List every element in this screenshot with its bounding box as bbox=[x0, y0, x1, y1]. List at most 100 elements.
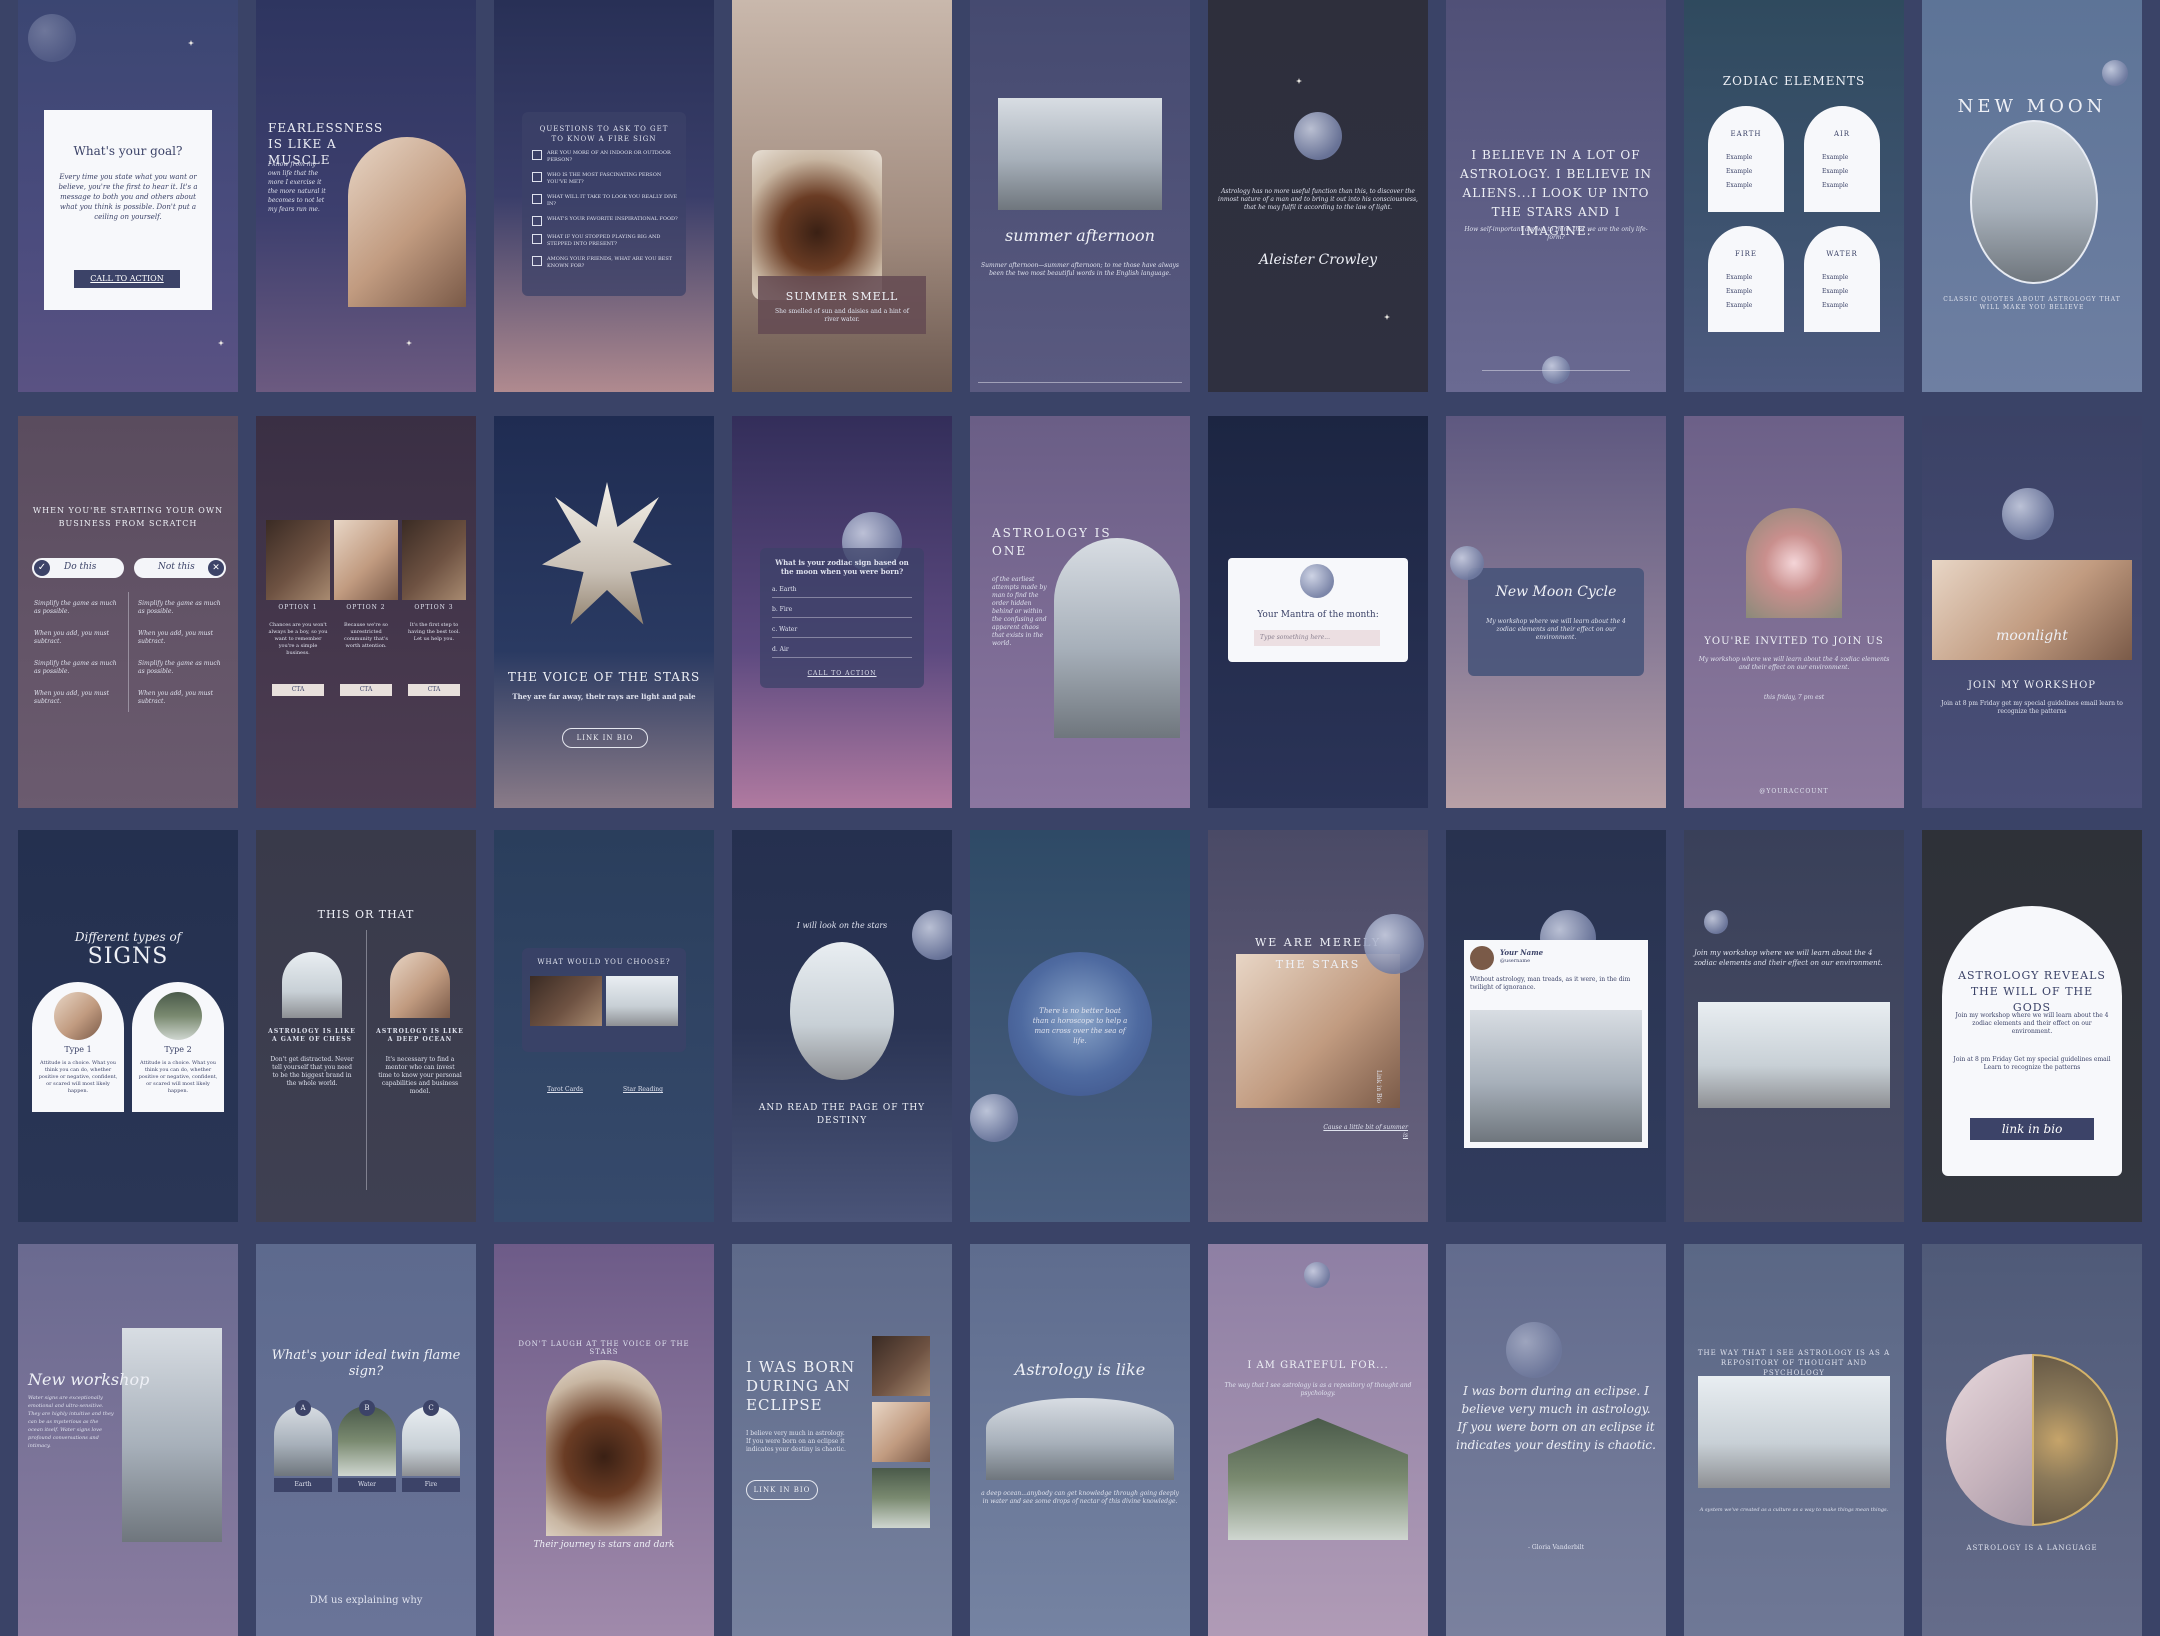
element-card-fire: FIRE Example Example Example bbox=[1708, 226, 1784, 332]
card-title: New Moon Cycle bbox=[1495, 584, 1617, 600]
forest-photo bbox=[1228, 1418, 1408, 1540]
story-card-astrology-is-one[interactable]: ASTROLOGY IS ONE of the earliest attempt… bbox=[970, 416, 1190, 808]
check-icon: ✓ bbox=[34, 560, 50, 576]
card-body: of the earliest attempts made by man to … bbox=[992, 576, 1047, 647]
link-in-bio-button[interactable]: link in bio bbox=[1970, 1118, 2094, 1140]
story-card-aleister-crowley[interactable]: Astrology has no more useful function th… bbox=[1208, 0, 1428, 392]
cta-button[interactable]: CTA bbox=[340, 684, 392, 696]
checkbox-icon[interactable] bbox=[532, 234, 542, 244]
checkbox-icon[interactable] bbox=[532, 150, 542, 160]
story-card-business-scratch[interactable]: WHEN YOU'RE STARTING YOUR OWN BUSINESS F… bbox=[18, 416, 238, 808]
story-card-will-of-gods[interactable]: ASTROLOGY REVEALS THE WILL OF THE GODS J… bbox=[1922, 830, 2142, 1222]
moon-icon bbox=[1304, 1262, 1330, 1288]
link-in-bio-button[interactable]: LINK IN BIO bbox=[746, 1480, 818, 1500]
story-card-zodiac-quiz[interactable]: What is your zodiac sign based on the mo… bbox=[732, 416, 952, 808]
question-list: ARE YOU MORE OF AN INDOOR OR OUTDOOR PER… bbox=[532, 150, 682, 278]
story-card-social-post[interactable]: Your Name @username Without astrology, m… bbox=[1446, 830, 1666, 1222]
card-bottom: ASTROLOGY IS A LANGUAGE bbox=[1966, 1544, 2098, 1552]
story-card-twin-flame[interactable]: What's your ideal twin flame sign? A Ear… bbox=[256, 1244, 476, 1636]
question-item[interactable]: WHAT IF YOU STOPPED PLAYING BIG AND STEP… bbox=[532, 234, 682, 248]
card-body: A system we've created as a culture as a… bbox=[1699, 1507, 1889, 1513]
option-photo-3 bbox=[402, 520, 466, 600]
card-body: Join my workshop where we will learn abo… bbox=[1694, 949, 1883, 967]
star-reading-link[interactable]: Star Reading bbox=[608, 1086, 678, 1094]
story-card-voice-of-stars[interactable]: THE VOICE OF THE STARS They are far away… bbox=[494, 416, 714, 808]
card-body: They are far away, their rays are light … bbox=[512, 692, 696, 701]
question-item[interactable]: AMONG YOUR FRIENDS, WHAT ARE YOU BEST KN… bbox=[532, 256, 682, 270]
checkbox-icon[interactable] bbox=[532, 256, 542, 266]
story-card-fearlessness[interactable]: FEARLESSNESS IS LIKE A MUSCLE I know fro… bbox=[256, 0, 476, 392]
story-card-three-options[interactable]: OPTION 1 OPTION 2 OPTION 3 Chances are y… bbox=[256, 416, 476, 808]
template-grid: What's your goal? Every time you state w… bbox=[18, 0, 2142, 1636]
card-body: AND READ THE PAGE OF THY DESTINY bbox=[758, 1103, 926, 1126]
story-card-fire-sign-questions[interactable]: QUESTIONS TO ASK TO GET TO KNOW A FIRE S… bbox=[494, 0, 714, 392]
story-card-dont-laugh[interactable]: DON'T LAUGH AT THE VOICE OF THE STARS Th… bbox=[494, 1244, 714, 1636]
summer-link[interactable]: Cause a little bit of summer is bbox=[1318, 1124, 1408, 1140]
cta-button[interactable]: CTA bbox=[408, 684, 460, 696]
story-card-summer-smell[interactable]: SUMMER SMELL She smelled of sun and dais… bbox=[732, 0, 952, 392]
question-item[interactable]: WHAT WILL IT TAKE TO LOOK YOU REALLY DIV… bbox=[532, 194, 682, 208]
call-to-action-link[interactable]: CALL TO ACTION bbox=[770, 670, 914, 678]
story-card-join-workshop[interactable]: moonlight JOIN MY WORKSHOP Join at 8 pm … bbox=[1922, 416, 2142, 808]
story-card-new-workshop[interactable]: New workshop Water signs are exceptional… bbox=[18, 1244, 238, 1636]
story-card-grateful[interactable]: I AM GRATEFUL FOR... The way that I see … bbox=[1208, 1244, 1428, 1636]
card-title: THIS OR THAT bbox=[317, 908, 415, 921]
pre-title: Different types of bbox=[74, 930, 182, 944]
card-body: Astrology has no more useful function th… bbox=[1218, 188, 1418, 211]
tarot-cards-link[interactable]: Tarot Cards bbox=[530, 1086, 600, 1094]
option-b[interactable]: B Water bbox=[338, 1400, 396, 1492]
star-icon bbox=[218, 340, 224, 346]
woman-rocks-photo bbox=[122, 1328, 222, 1542]
card-title: Your Mantra of the month: bbox=[1257, 610, 1379, 620]
question-item[interactable]: ARE YOU MORE OF AN INDOOR OR OUTDOOR PER… bbox=[532, 150, 682, 164]
question-item[interactable]: WHO IS THE MOST FASCINATING PERSON YOU'V… bbox=[532, 172, 682, 186]
divider bbox=[366, 930, 367, 1190]
story-card-merely-stars[interactable]: WE ARE MERELY THE STARS Cause a little b… bbox=[1208, 830, 1428, 1222]
call-to-action-button[interactable]: CALL TO ACTION bbox=[74, 270, 180, 288]
link-in-bio-button[interactable]: LINK IN BIO bbox=[562, 728, 648, 748]
story-card-born-eclipse[interactable]: I WAS BORN DURING AN ECLIPSE I believe v… bbox=[732, 1244, 952, 1636]
not-this-pill[interactable]: Not this ✕ bbox=[134, 558, 226, 578]
option-a[interactable]: A Earth bbox=[274, 1400, 332, 1492]
story-card-new-moon-cycle[interactable]: New Moon Cycle My workshop where we will… bbox=[1446, 416, 1666, 808]
choose-panel: WHAT WOULD YOU CHOOSE? bbox=[522, 948, 686, 1052]
story-card-zodiac-elements[interactable]: ZODIAC ELEMENTS EARTH Example Example Ex… bbox=[1684, 0, 1904, 392]
story-card-astrology-language[interactable]: ASTROLOGY IS A LANGUAGE bbox=[1922, 1244, 2142, 1636]
card-title: What is your zodiac sign based on the mo… bbox=[775, 558, 909, 576]
story-card-invited[interactable]: YOU'RE INVITED TO JOIN US My workshop wh… bbox=[1684, 416, 1904, 808]
story-card-horoscope-boat[interactable]: There is no better boat than a horoscope… bbox=[970, 830, 1190, 1222]
story-card-aliens-quote[interactable]: I BELIEVE IN A LOT OF ASTROLOGY. I BELIE… bbox=[1446, 0, 1666, 392]
story-card-snow-workshop[interactable]: Join my workshop where we will learn abo… bbox=[1684, 830, 1904, 1222]
side-link[interactable]: Link in Bio bbox=[1374, 1070, 1382, 1103]
woman-snow-photo bbox=[1698, 1376, 1890, 1488]
cta-button[interactable]: CTA bbox=[272, 684, 324, 696]
story-card-this-or-that[interactable]: THIS OR THAT ASTROLOGY IS LIKE A GAME OF… bbox=[256, 830, 476, 1222]
moon-icon bbox=[970, 1094, 1018, 1142]
story-card-new-moon[interactable]: NEW MOON CLASSIC QUOTES ABOUT ASTROLOGY … bbox=[1922, 0, 2142, 392]
avatar bbox=[54, 992, 102, 1040]
story-card-page-of-destiny[interactable]: I will look on the stars AND READ THE PA… bbox=[732, 830, 952, 1222]
story-card-whats-your-goal[interactable]: What's your goal? Every time you state w… bbox=[18, 0, 238, 392]
story-card-repository[interactable]: THE WAY THAT I SEE ASTROLOGY IS AS A REP… bbox=[1684, 1244, 1904, 1636]
story-card-gloria-vanderbilt[interactable]: I was born during an eclipse. I believe … bbox=[1446, 1244, 1666, 1636]
card-title: JOIN MY WORKSHOP bbox=[1967, 680, 2097, 691]
avatar bbox=[154, 992, 202, 1040]
checkbox-icon[interactable] bbox=[532, 172, 542, 182]
do-this-pill[interactable]: ✓ Do this bbox=[32, 558, 124, 578]
post-panel: Your Name @username Without astrology, m… bbox=[1464, 940, 1648, 1148]
card-body: There is no better boat than a horoscope… bbox=[1032, 1007, 1128, 1045]
story-card-mantra[interactable]: Your Mantra of the month: Type something… bbox=[1208, 416, 1428, 808]
story-card-what-would-you-choose[interactable]: WHAT WOULD YOU CHOOSE? Tarot Cards Star … bbox=[494, 830, 714, 1222]
story-card-summer-afternoon[interactable]: summer afternoon Summer afternoon—summer… bbox=[970, 0, 1190, 392]
quote-author: - Gloria Vanderbilt bbox=[1527, 1544, 1585, 1551]
card-details: Join at 8 pm Friday Get my special guide… bbox=[1953, 1056, 2111, 1071]
eclipse-photo-1 bbox=[872, 1336, 930, 1396]
checkbox-icon[interactable] bbox=[532, 194, 542, 204]
option-c[interactable]: C Fire bbox=[402, 1400, 460, 1492]
story-card-different-signs[interactable]: Different types of SIGNS Type 1 Attitude… bbox=[18, 830, 238, 1222]
mantra-input[interactable]: Type something here... bbox=[1254, 630, 1380, 646]
question-item[interactable]: WHAT'S YOUR FAVORITE INSPIRATIONAL FOOD? bbox=[532, 216, 682, 226]
card-body: Join my workshop where we will learn abo… bbox=[1955, 1012, 2109, 1035]
story-card-astrology-like-ocean[interactable]: Astrology is like a deep ocean...anybody… bbox=[970, 1244, 1190, 1636]
checkbox-icon[interactable] bbox=[532, 216, 542, 226]
